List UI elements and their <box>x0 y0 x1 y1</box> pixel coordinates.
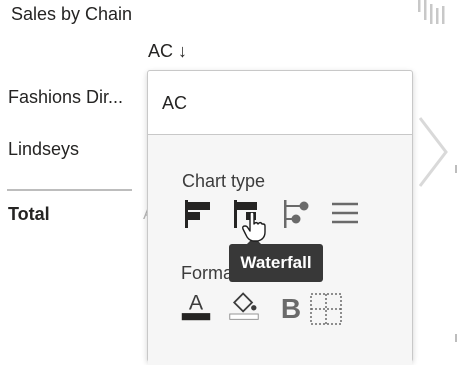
bold-icon[interactable]: B <box>275 292 307 324</box>
total-label: Total <box>8 204 50 224</box>
column-search-value: AC <box>162 93 188 113</box>
font-color-icon[interactable]: A <box>180 290 212 322</box>
more-options-icon[interactable] <box>417 0 449 26</box>
chart-type-label: Chart type <box>182 171 266 191</box>
bar-chart-icon[interactable] <box>183 198 215 230</box>
lollipop-chart-icon[interactable] <box>282 198 314 230</box>
fill-color-icon[interactable] <box>228 290 260 322</box>
row-label-fashions-direct: Fashions Dir... <box>8 87 124 107</box>
column-header-ac[interactable]: AC ↓ <box>148 41 187 62</box>
scroll-tick <box>455 334 457 342</box>
svg-text:A: A <box>189 291 204 315</box>
row-label-lindseys: Lindseys <box>8 139 80 159</box>
waterfall-tooltip: Waterfall <box>229 244 323 282</box>
list-icon[interactable] <box>329 198 361 230</box>
column-search-input[interactable]: AC <box>148 71 412 135</box>
total-divider <box>7 189 132 191</box>
borders-icon[interactable] <box>310 293 342 325</box>
chevron-right-icon[interactable] <box>410 112 450 192</box>
scroll-tick <box>455 165 457 173</box>
hand-cursor-icon <box>242 212 266 242</box>
column-format-popup: AC Chart type Format column A B <box>147 70 413 365</box>
svg-text:B: B <box>281 293 301 324</box>
visual-title: Sales by Chain <box>11 4 133 24</box>
